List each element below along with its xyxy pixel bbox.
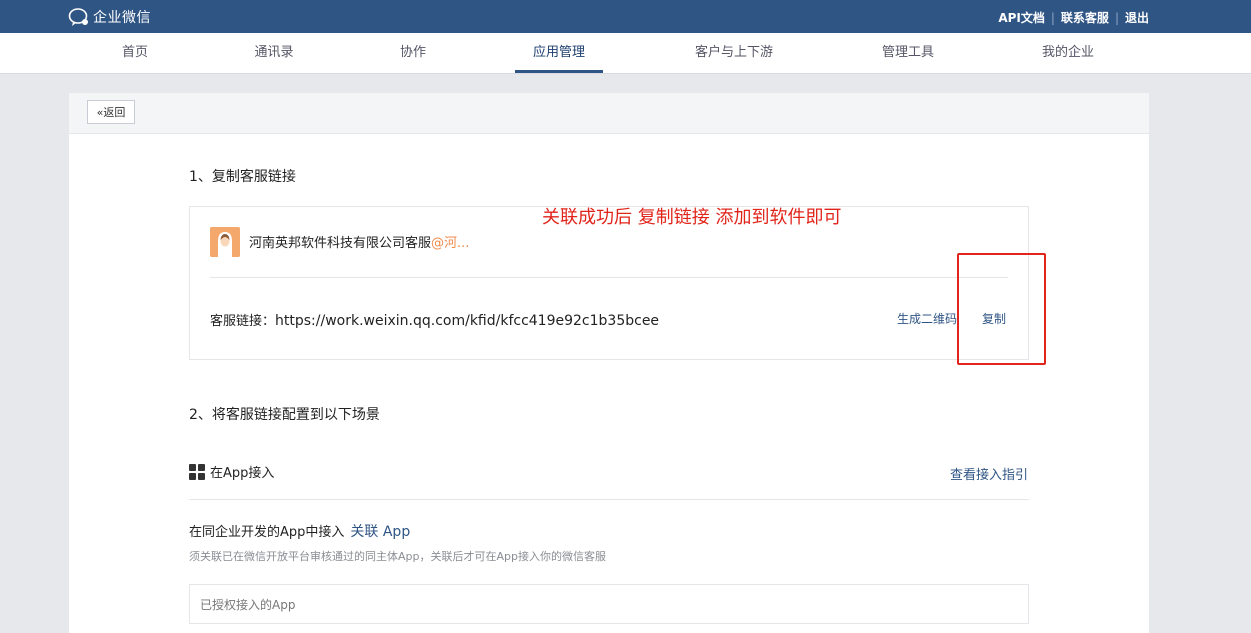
grid-icon	[189, 463, 205, 480]
nav-admin-tools[interactable]: 管理工具	[882, 33, 934, 73]
agent-name: 河南英邦软件科技有限公司客服@河...	[249, 232, 469, 251]
app-section-title: 在App接入	[189, 462, 274, 481]
logout-link[interactable]: 退出	[1125, 9, 1149, 26]
annotation-highlight-box	[957, 253, 1046, 365]
top-links: API文档 | 联系客服 | 退出	[998, 9, 1149, 26]
authorized-apps-box: 已授权接入的App	[189, 584, 1029, 624]
divider	[210, 277, 1008, 278]
step1-title: 1、复制客服链接	[189, 169, 296, 185]
separator: |	[1114, 10, 1119, 25]
nav-my-enterprise[interactable]: 我的企业	[1042, 33, 1094, 73]
separator: |	[1050, 10, 1055, 25]
nav-customers[interactable]: 客户与上下游	[695, 33, 773, 73]
api-docs-link[interactable]: API文档	[998, 9, 1045, 26]
wecom-logo-icon	[68, 8, 88, 26]
app-section-title-text: 在App接入	[210, 466, 275, 481]
app-subsection-title: 在同企业开发的App中接入	[189, 525, 345, 540]
agent-corp-tag: @河...	[431, 236, 470, 251]
avatar	[210, 227, 240, 257]
contact-support-link[interactable]: 联系客服	[1061, 9, 1109, 26]
divider	[189, 499, 1029, 500]
authorized-apps-label: 已授权接入的App	[200, 598, 296, 612]
nav-contacts[interactable]: 通讯录	[254, 33, 293, 73]
annotation-text: 关联成功后 复制链接 添加到软件即可	[542, 207, 842, 228]
back-label: 返回	[103, 106, 126, 119]
top-bar: 企业微信 API文档 | 联系客服 | 退出	[0, 0, 1251, 33]
main-nav: 首页 通讯录 协作 应用管理 客户与上下游 管理工具 我的企业	[0, 33, 1251, 74]
back-button[interactable]: «返回	[87, 100, 135, 124]
view-guide-link[interactable]: 查看接入指引	[950, 464, 1028, 483]
associate-app-link[interactable]: 关联 App	[350, 524, 410, 540]
service-link-url: https://work.weixin.qq.com/kfid/kfcc419e…	[275, 313, 660, 329]
app-subsection: 在同企业开发的App中接入 关联 App	[189, 521, 410, 541]
logo-text: 企业微信	[93, 10, 151, 26]
active-tab-indicator	[515, 70, 603, 73]
generate-qr-link[interactable]: 生成二维码	[897, 310, 957, 327]
person-icon	[210, 227, 240, 257]
logo[interactable]: 企业微信	[68, 6, 151, 28]
nav-collaboration[interactable]: 协作	[400, 33, 426, 73]
service-link-box	[189, 206, 1029, 360]
nav-app-management[interactable]: 应用管理	[533, 33, 585, 73]
service-link-row: 客服链接：https://work.weixin.qq.com/kfid/kfc…	[210, 310, 659, 329]
step2-title: 2、将客服链接配置到以下场景	[189, 407, 380, 423]
app-hint-text: 须关联已在微信开放平台审核通过的同主体App，关联后才可在App接入你的微信客服	[189, 550, 606, 563]
nav-home[interactable]: 首页	[122, 33, 148, 73]
service-link-label: 客服链接：	[210, 314, 276, 329]
agent-name-text: 河南英邦软件科技有限公司客服	[249, 236, 432, 251]
card-header: «返回	[69, 93, 1149, 134]
